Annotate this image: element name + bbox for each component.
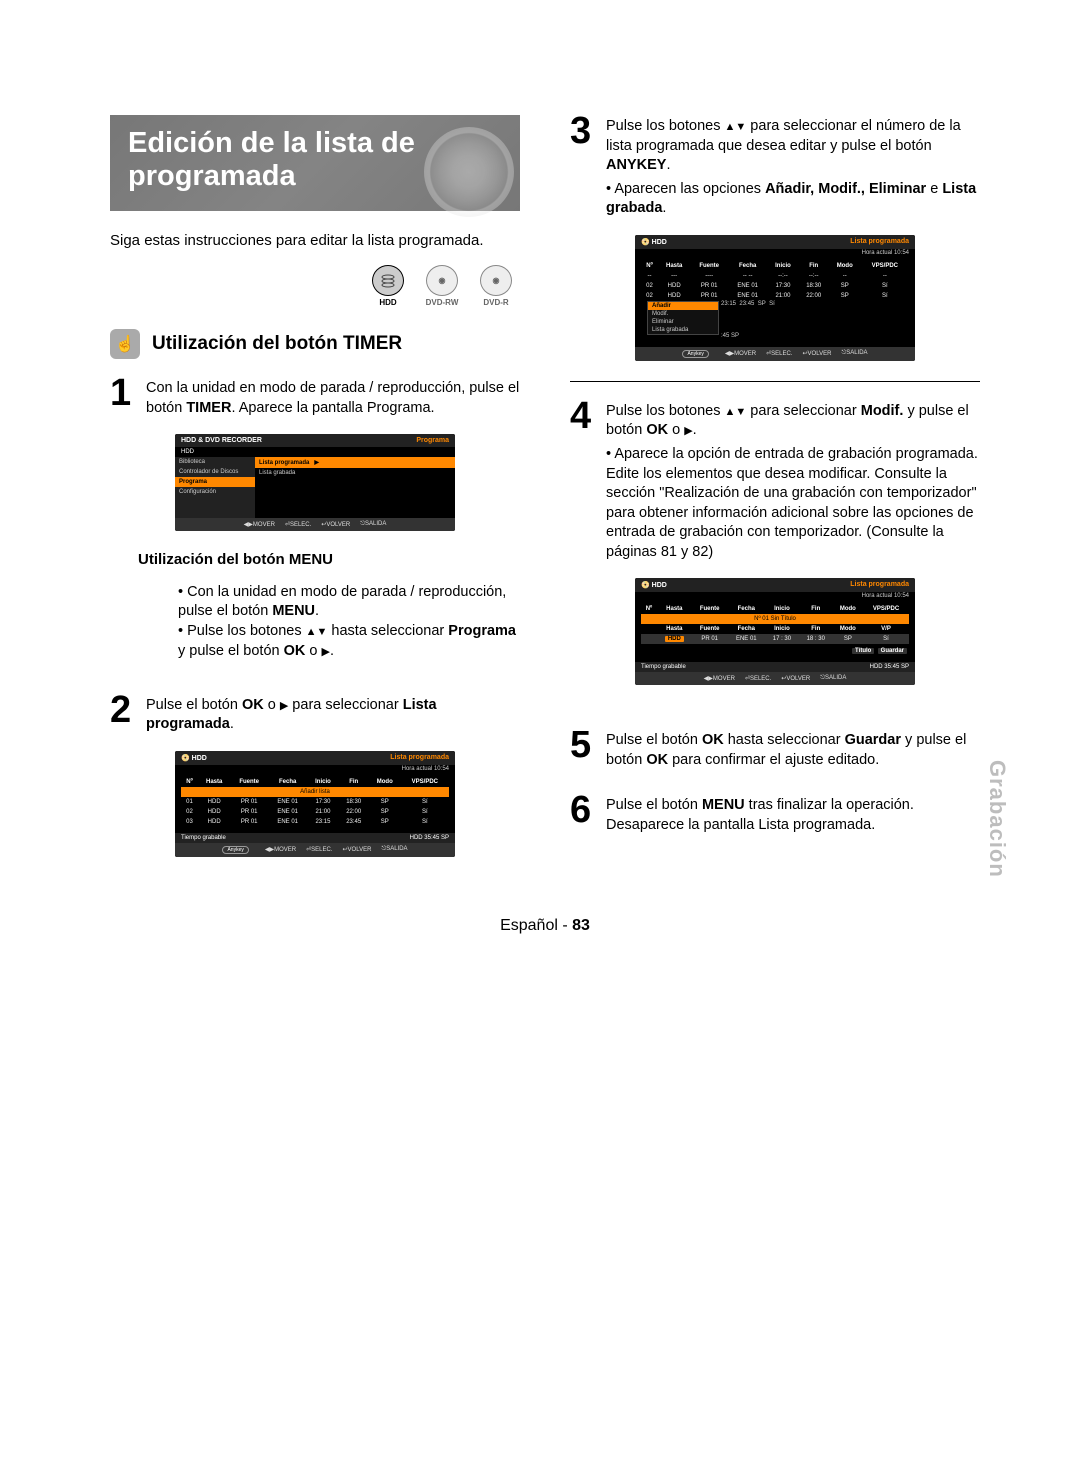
osd-nav: ◀▶MOVER ⏎SELEC. ↩VOLVER ⎋SALIDA — [175, 518, 455, 531]
step-body: Con la unidad en modo de parada / reprod… — [146, 377, 520, 418]
step-number: 5 — [570, 729, 598, 770]
schedule-table: NºHastaFuenteFechaInicioFinModoVPS/PDC A… — [181, 777, 449, 827]
section-title: Utilización del botón TIMER — [152, 333, 402, 355]
disc-dvd-r: ◉ DVD-R — [472, 265, 520, 307]
dvd-rw-icon: ◉ — [426, 265, 458, 296]
step-number: 2 — [110, 694, 138, 735]
section-header-timer: ☝ Utilización del botón TIMER — [110, 329, 520, 359]
schedule-table: NºHastaFuenteFechaInicioFinModoVPS/PDC -… — [641, 261, 909, 301]
osd-edit-entry: 📀 HDDLista programada Hora actual 10:54 … — [635, 578, 915, 685]
osd-context-menu: 📀 HDDLista programada Hora actual 10:54 … — [635, 235, 915, 361]
osd-nav: Anykey ◀▶MOVER ⏎SELEC. ↩VOLVER ⎋SALIDA — [175, 843, 455, 857]
step-number: 6 — [570, 794, 598, 835]
disc-badges: HDD ◉ DVD-RW ◉ DVD-R — [110, 265, 520, 307]
step-body: Pulse los botones para seleccionar Modif… — [606, 400, 980, 563]
right-column: 3 Pulse los botones para seleccionar el … — [570, 115, 980, 877]
step-number: 4 — [570, 400, 598, 563]
menu-bullets: Con la unidad en modo de parada / reprod… — [138, 583, 520, 661]
edit-table: NºHastaFuenteFechaInicioFinModoVPS/PDC N… — [641, 604, 909, 656]
step-body: Pulse el botón OK hasta seleccionar Guar… — [606, 729, 980, 770]
intro-text: Siga estas instrucciones para editar la … — [110, 231, 520, 251]
osd-submenu: Lista programada ▶ Lista grabada — [255, 457, 455, 518]
dvd-r-icon: ◉ — [480, 265, 512, 296]
title-block: Edición de la lista de programada — [110, 115, 520, 211]
disc-dvd-rw: ◉ DVD-RW — [418, 265, 466, 307]
disc-hdd: HDD — [364, 265, 412, 307]
step-number: 3 — [570, 115, 598, 219]
side-tab: Grabación — [984, 760, 1010, 878]
step-2: 2 Pulse el botón OK o para seleccionar L… — [110, 694, 520, 735]
osd-nav: Anykey ◀▶MOVER ⏎SELEC. ↩VOLVER ⎋SALIDA — [635, 347, 915, 361]
osd-sidebar: Biblioteca Controlador de Discos Program… — [175, 457, 255, 518]
manual-page: Edición de la lista de programada Siga e… — [0, 0, 1080, 1015]
step-number: 1 — [110, 377, 138, 418]
step-5: 5 Pulse el botón OK hasta seleccionar Gu… — [570, 729, 980, 770]
left-column: Edición de la lista de programada Siga e… — [110, 115, 520, 877]
step-1: 1 Con la unidad en modo de parada / repr… — [110, 377, 520, 418]
step-body: Pulse el botón MENU tras finalizar la op… — [606, 794, 980, 835]
hdd-icon — [372, 265, 404, 296]
menu-subhead: Utilización del botón MENU — [138, 551, 520, 568]
osd-lista-programada: 📀 HDDLista programada Hora actual 10:54 … — [175, 751, 455, 857]
osd-nav: ◀▶MOVER ⏎SELEC. ↩VOLVER ⎋SALIDA — [635, 672, 915, 685]
context-menu: Añadir Modif. Eliminar Lista grabada — [647, 301, 719, 335]
step-4: 4 Pulse los botones para seleccionar Mod… — [570, 400, 980, 563]
step-6: 6 Pulse el botón MENU tras finalizar la … — [570, 794, 980, 835]
hand-icon: ☝ — [110, 329, 140, 359]
step-body: Pulse los botones para seleccionar el nú… — [606, 115, 980, 219]
step-3: 3 Pulse los botones para seleccionar el … — [570, 115, 980, 219]
page-footer: Español - 83 — [110, 917, 980, 935]
step-body: Pulse el botón OK o para seleccionar Lis… — [146, 694, 520, 735]
disc-graphic — [424, 127, 514, 217]
osd-programa-menu: HDD & DVD RECORDERPrograma HDD Bibliotec… — [175, 434, 455, 531]
